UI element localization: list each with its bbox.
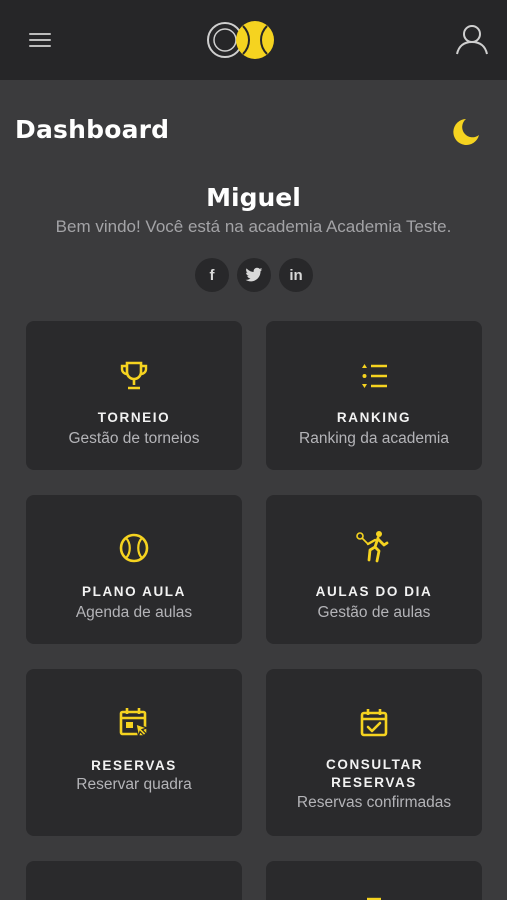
card-title: TORNEIO: [97, 410, 171, 425]
card-title: AULAS DO DIA: [315, 584, 433, 599]
card-torneio[interactable]: TORNEIO Gestão de torneios: [26, 321, 242, 470]
card-aulas-do-dia[interactable]: AULAS DO DIA Gestão de aulas: [266, 495, 482, 644]
card-title: RESERVAS: [91, 758, 177, 773]
user-name: Miguel: [206, 183, 301, 212]
card-subtitle: Agenda de aulas: [75, 604, 193, 621]
twitter-bird-glyph: [245, 267, 263, 282]
moon-icon[interactable]: [449, 115, 483, 149]
hamburger-icon: [29, 33, 51, 35]
twitter-icon[interactable]: [237, 258, 271, 292]
card-subtitle: Reservas confirmadas: [296, 794, 452, 811]
facebook-icon[interactable]: f: [195, 258, 229, 292]
trophy-icon: [120, 361, 148, 390]
card-title: CONSULTAR RESERVAS: [326, 757, 424, 790]
hamburger-icon-line: [29, 39, 51, 41]
list-icon: [367, 897, 381, 900]
card-subtitle: Gestão de torneios: [68, 430, 200, 447]
tennis-ball-icon: [119, 533, 149, 563]
welcome-message: Bem vindo! Você está na academia Academi…: [55, 217, 452, 236]
page-title: Dashboard: [15, 115, 170, 144]
card-subtitle: Gestão de aulas: [317, 604, 431, 621]
menu-button[interactable]: [22, 26, 58, 54]
card-ranking[interactable]: RANKING Ranking da academia: [266, 321, 482, 470]
calendar-cursor-icon: [119, 708, 149, 737]
card-partial-right[interactable]: [266, 861, 482, 900]
card-subtitle: Ranking da academia: [299, 430, 449, 447]
social-links: f in: [195, 258, 313, 292]
user-icon[interactable]: [452, 20, 492, 60]
calendar-check-icon: [360, 709, 388, 737]
linkedin-icon[interactable]: in: [279, 258, 313, 292]
card-reservas[interactable]: RESERVAS Reservar quadra: [26, 669, 242, 836]
card-title: PLANO AULA: [82, 584, 186, 599]
tennis-ball-logo: [207, 21, 274, 59]
card-plano-aula[interactable]: PLANO AULA Agenda de aulas: [26, 495, 242, 644]
card-subtitle: Reservar quadra: [76, 776, 192, 793]
tennis-player-icon: [356, 531, 389, 563]
card-partial-left[interactable]: [26, 861, 242, 900]
top-bar: [0, 0, 507, 80]
card-consultar-reservas[interactable]: CONSULTAR RESERVAS Reservas confirmadas: [266, 669, 482, 836]
ranking-list-icon: [362, 364, 387, 388]
card-title: RANKING: [336, 410, 412, 425]
hamburger-icon-line: [29, 45, 51, 47]
